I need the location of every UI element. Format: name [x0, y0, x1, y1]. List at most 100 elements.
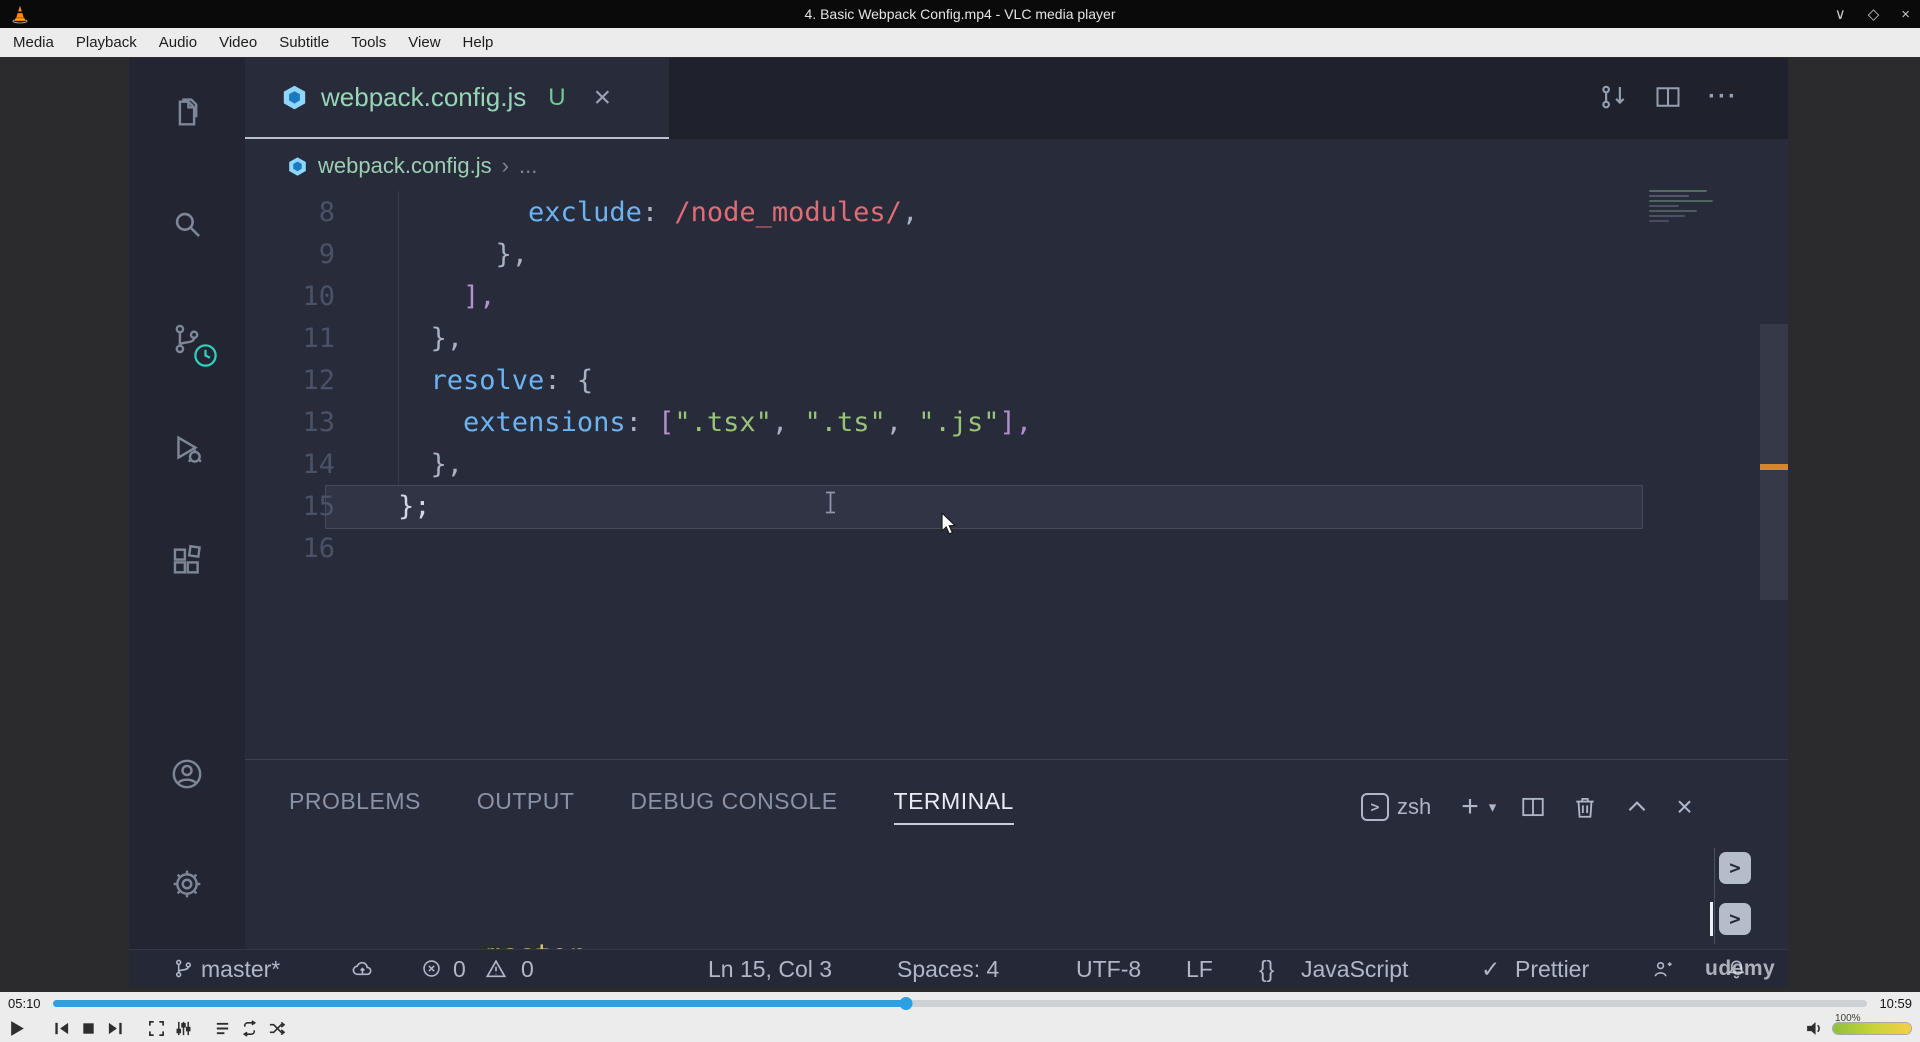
close-panel-icon[interactable]: ×: [1676, 793, 1692, 821]
code-line-12[interactable]: 12 resolve: {: [245, 359, 1760, 401]
settings-gear-icon[interactable]: [170, 867, 204, 901]
maximize-icon[interactable]: ◇: [1868, 5, 1880, 23]
indentation[interactable]: Spaces: 4: [897, 950, 999, 987]
maximize-panel-chevron-icon[interactable]: [1624, 794, 1650, 820]
scrollbar-thumb[interactable]: [1760, 324, 1788, 600]
kill-terminal-trash-icon[interactable]: [1572, 794, 1598, 820]
breadcrumb-chevron-icon: ›: [501, 153, 509, 178]
terminal-dropdown-icon[interactable]: ▾: [1489, 798, 1497, 816]
line-content: },: [430, 448, 464, 480]
language-mode[interactable]: JavaScript: [1301, 950, 1408, 987]
next-button[interactable]: [107, 1020, 124, 1037]
volume-slider[interactable]: [1832, 1021, 1912, 1035]
menu-tools[interactable]: Tools: [340, 28, 397, 57]
publish-cloud-icon[interactable]: [351, 958, 374, 981]
code-line-15[interactable]: 15};: [245, 485, 1760, 529]
errors-count[interactable]: 0: [453, 950, 466, 987]
line-content: exclude: /node_modules/,: [528, 196, 919, 228]
udemy-watermark: udemy: [1705, 957, 1776, 980]
terminal-list-item-2[interactable]: >: [1719, 903, 1751, 935]
panel-actions: > zsh + ▾ ×: [1361, 790, 1693, 824]
code-line-13[interactable]: 13 extensions: [".tsx", ".ts", ".js"],: [245, 401, 1760, 443]
tab-filename: webpack.config.js: [321, 82, 527, 112]
minimize-icon[interactable]: ∨: [1835, 5, 1846, 23]
line-number: 9: [318, 238, 335, 270]
line-number: 15: [302, 490, 335, 522]
menu-help[interactable]: Help: [452, 28, 505, 57]
panel-tab-problems[interactable]: PROBLEMS: [289, 788, 421, 825]
new-terminal-icon[interactable]: +: [1461, 790, 1479, 824]
panel-tab-terminal[interactable]: TERMINAL: [893, 788, 1014, 825]
encoding[interactable]: UTF-8: [1076, 950, 1141, 987]
minimap[interactable]: [1649, 190, 1741, 236]
search-icon[interactable]: [170, 207, 204, 241]
line-number: 12: [302, 364, 335, 396]
tab-webpack-config[interactable]: webpack.config.js U ×: [245, 58, 669, 139]
terminal-list-item-1[interactable]: >: [1719, 852, 1751, 884]
terminal-list-separator: [1714, 848, 1715, 944]
more-actions-icon[interactable]: ···: [1708, 83, 1738, 111]
activity-bar: [129, 58, 245, 987]
text-cursor-ibeam: [823, 491, 838, 514]
run-debug-icon[interactable]: [170, 432, 204, 466]
account-icon[interactable]: [170, 757, 204, 791]
open-changes-icon[interactable]: [1598, 82, 1628, 112]
previous-button[interactable]: [53, 1020, 70, 1037]
code-line-9[interactable]: 9 },: [245, 233, 1760, 275]
panel-tab-debug-console[interactable]: DEBUG CONSOLE: [630, 788, 837, 825]
extended-settings-button[interactable]: [175, 1020, 192, 1037]
shuffle-button[interactable]: [268, 1020, 285, 1037]
cursor-position[interactable]: Ln 15, Col 3: [708, 950, 832, 987]
tab-close-icon[interactable]: ×: [594, 82, 612, 113]
volume-fill: [1833, 1022, 1911, 1034]
editor-actions: ···: [1598, 82, 1738, 112]
menu-bar: Media Playback Audio Video Subtitle Tools View…: [0, 28, 1920, 57]
feedback-person-icon[interactable]: [1651, 958, 1674, 981]
menu-subtitle[interactable]: Subtitle: [268, 28, 340, 57]
code-line-16[interactable]: 16: [245, 527, 1760, 569]
terminal-profile-icon[interactable]: >: [1361, 793, 1389, 821]
fullscreen-button[interactable]: [148, 1020, 165, 1037]
menu-audio[interactable]: Audio: [148, 28, 208, 57]
code-line-8[interactable]: 8 exclude: /node_modules/,: [245, 191, 1760, 233]
breadcrumb[interactable]: webpack.config.js › ...: [287, 152, 537, 180]
git-branch-icon: [173, 958, 194, 979]
warnings-count[interactable]: 0: [521, 950, 534, 987]
line-number: 11: [302, 322, 335, 354]
line-number: 8: [318, 196, 335, 228]
split-terminal-icon[interactable]: [1520, 794, 1546, 820]
branch-name[interactable]: master*: [201, 950, 280, 987]
formatter-name[interactable]: Prettier: [1515, 950, 1589, 987]
close-icon[interactable]: ×: [1901, 6, 1910, 23]
warnings-icon[interactable]: [485, 958, 507, 980]
line-number: 10: [302, 280, 335, 312]
speaker-icon[interactable]: [1805, 1019, 1824, 1038]
menu-video[interactable]: Video: [208, 28, 268, 57]
line-content: };: [398, 490, 431, 522]
code-line-14[interactable]: 14 },: [245, 443, 1760, 485]
seek-bar[interactable]: [52, 996, 1868, 1010]
menu-view[interactable]: View: [397, 28, 451, 57]
editor-tab-bar: webpack.config.js U ×: [245, 58, 1788, 139]
explorer-icon[interactable]: [170, 96, 204, 130]
eol-type[interactable]: LF: [1186, 950, 1213, 987]
play-button[interactable]: [8, 1019, 27, 1038]
playlist-button[interactable]: [214, 1020, 231, 1037]
menu-playback[interactable]: Playback: [65, 28, 148, 57]
volume-control[interactable]: 100%: [1805, 1013, 1912, 1042]
code-line-11[interactable]: 11 },: [245, 317, 1760, 359]
extensions-icon[interactable]: [170, 544, 204, 578]
shell-label[interactable]: zsh: [1397, 794, 1431, 820]
seek-handle[interactable]: [899, 996, 913, 1010]
split-editor-icon[interactable]: [1654, 83, 1682, 111]
code-line-10[interactable]: 10 ],: [245, 275, 1760, 317]
line-content: extensions: [".tsx", ".ts", ".js"],: [463, 406, 1033, 438]
loop-button[interactable]: [241, 1019, 258, 1037]
stop-button[interactable]: [80, 1020, 97, 1037]
menu-media[interactable]: Media: [2, 28, 65, 57]
errors-icon[interactable]: [421, 958, 442, 979]
bottom-panel: PROBLEMS OUTPUT DEBUG CONSOLE TERMINAL > zs…: [245, 759, 1788, 970]
panel-tab-output[interactable]: OUTPUT: [477, 788, 575, 825]
line-content: ],: [463, 280, 496, 312]
time-total: 10:59: [1879, 995, 1912, 1011]
